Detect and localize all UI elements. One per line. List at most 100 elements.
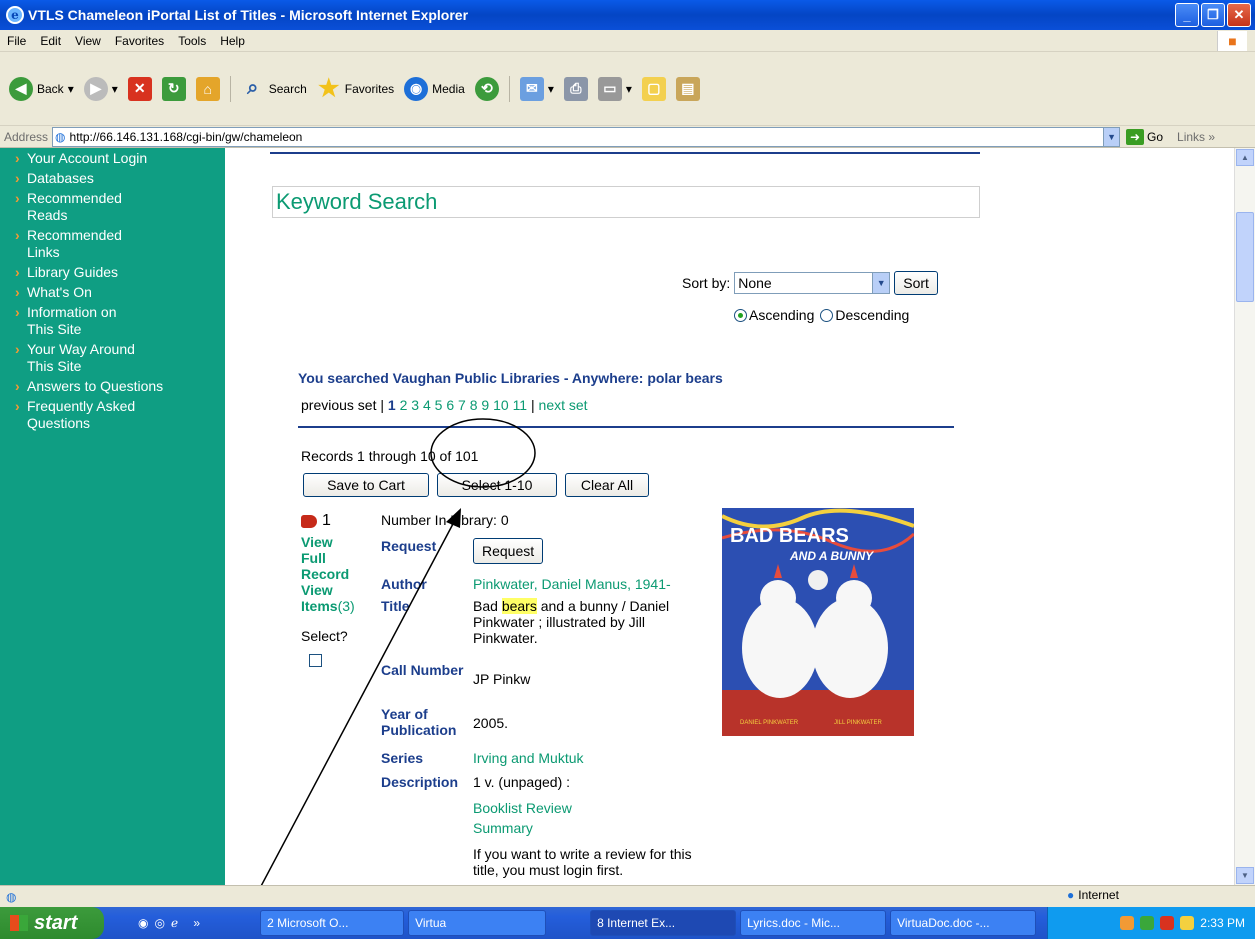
summary-link[interactable]: Summary — [473, 818, 713, 838]
menu-file[interactable]: File — [0, 34, 33, 48]
start-button[interactable]: start — [0, 907, 104, 939]
book-icon — [301, 514, 317, 528]
sidebar-item-recommended-links[interactable]: Recommended Links — [15, 227, 225, 261]
page-link[interactable]: 7 — [458, 397, 466, 413]
quick-launch[interactable]: ◉◎ℯ » — [138, 916, 206, 930]
page-status-icon: ◍ — [6, 889, 17, 904]
stop-button[interactable]: ✕ — [125, 75, 155, 103]
task-virtua[interactable]: Virtua — [408, 910, 547, 936]
close-button[interactable]: ✕ — [1227, 3, 1251, 27]
menu-view[interactable]: View — [68, 34, 108, 48]
descending-radio[interactable] — [820, 308, 834, 322]
page-link[interactable]: 6 — [446, 397, 454, 413]
select-all-button[interactable]: Select 1-10 — [437, 473, 557, 497]
favorites-label: Favorites — [344, 81, 395, 96]
sidebar-item-information[interactable]: Information on This Site — [15, 304, 225, 338]
mail-button[interactable]: ✉ ▾ — [517, 75, 557, 103]
links-button[interactable]: Links » — [1177, 130, 1215, 144]
title-value: Bad bears and a bunny / Daniel Pinkwater… — [473, 598, 670, 646]
history-button[interactable]: ⟲ — [472, 75, 502, 103]
ascending-label: Ascending — [749, 307, 815, 323]
clear-all-button[interactable]: Clear All — [565, 473, 649, 497]
scroll-thumb[interactable] — [1236, 212, 1254, 302]
task-lyrics-doc[interactable]: Lyrics.doc - Mic... — [740, 910, 887, 936]
address-input[interactable]: ◍ http://66.146.131.168/cgi-bin/gw/chame… — [52, 126, 1121, 147]
search-label: Search — [268, 81, 307, 96]
address-dropdown-icon[interactable]: ▼ — [1103, 127, 1120, 146]
next-set-link[interactable]: next set — [539, 397, 588, 413]
page-link[interactable]: 2 — [400, 397, 408, 413]
field-series: Series Irving and Muktuk — [381, 750, 713, 766]
sidebar-item-library-guides[interactable]: Library Guides — [15, 264, 225, 281]
task-virtuadoc[interactable]: VirtuaDoc.doc -... — [890, 910, 1037, 936]
sidebar-item-databases[interactable]: Databases — [15, 170, 225, 187]
favorites-button[interactable]: ★ Favorites — [314, 75, 397, 103]
home-icon: ⌂ — [195, 76, 220, 101]
research-icon: ▤ — [675, 76, 700, 101]
view-full-record-link[interactable]: View Full Record — [301, 534, 361, 582]
page-link[interactable]: 9 — [481, 397, 489, 413]
save-to-cart-button[interactable]: Save to Cart — [303, 473, 429, 497]
page-link[interactable]: 8 — [470, 397, 478, 413]
discuss-button[interactable]: ▢ — [639, 75, 669, 103]
tray-icon[interactable] — [1180, 916, 1195, 930]
media-label: Media — [432, 81, 465, 96]
sort-label: Sort by: — [682, 275, 731, 291]
tray-icon[interactable] — [1120, 916, 1135, 930]
page-link[interactable]: 10 — [493, 397, 509, 413]
task-microsoft-office[interactable]: 2 Microsoft O... — [260, 910, 405, 936]
menu-favorites[interactable]: Favorites — [108, 34, 171, 48]
page-link[interactable]: 5 — [435, 397, 443, 413]
refresh-button[interactable]: ↻ — [159, 75, 189, 103]
previous-set: previous set — [301, 397, 377, 413]
sort-select[interactable]: None ▼ — [734, 272, 891, 294]
sidebar-item-account-login[interactable]: Your Account Login — [15, 150, 225, 167]
view-items-link[interactable]: View Items(3) — [301, 582, 361, 614]
edit-icon: ▭ — [597, 76, 622, 101]
task-internet-explorer[interactable]: 8 Internet Ex... — [590, 910, 737, 936]
forward-button[interactable]: ▶ ▾ — [81, 75, 121, 103]
back-button[interactable]: ◀ Back ▾ — [6, 75, 77, 103]
scroll-up-icon[interactable]: ▲ — [1236, 149, 1254, 166]
maximize-button[interactable]: ❐ — [1201, 3, 1225, 27]
sidebar-item-answers[interactable]: Answers to Questions — [15, 378, 225, 395]
address-bar: Address ◍ http://66.146.131.168/cgi-bin/… — [0, 126, 1255, 148]
sidebar-item-whats-on[interactable]: What's On — [15, 284, 225, 301]
series-link[interactable]: Irving and Muktuk — [473, 750, 713, 766]
favorites-star-icon: ★ — [318, 75, 340, 102]
windows-flag-icon — [10, 915, 28, 931]
book-cover-image: BAD BEARS AND A BUNNY DANIEL PINKWATER J… — [722, 508, 914, 736]
research-button[interactable]: ▤ — [673, 75, 703, 103]
edit-button[interactable]: ▭ ▾ — [595, 75, 635, 103]
vertical-scrollbar[interactable]: ▲ ▼ — [1234, 148, 1255, 885]
menu-help[interactable]: Help — [213, 34, 252, 48]
page-link[interactable]: 11 — [513, 397, 528, 413]
page-link[interactable]: 3 — [411, 397, 419, 413]
content-area: Keyword Search Sort by: None ▼ Sort Asce… — [226, 148, 1234, 885]
tray-icon[interactable] — [1140, 916, 1155, 930]
select-checkbox[interactable] — [309, 654, 322, 667]
standard-toolbar: ◀ Back ▾ ▶ ▾ ✕ ↻ ⌂ ⌕ Search ★ Favorites … — [0, 52, 1255, 126]
menu-tools[interactable]: Tools — [171, 34, 213, 48]
sidebar-item-faq[interactable]: Frequently Asked Questions — [15, 398, 225, 432]
minimize-button[interactable]: _ — [1175, 3, 1199, 27]
scroll-down-icon[interactable]: ▼ — [1236, 867, 1254, 884]
request-button[interactable]: Request — [473, 538, 544, 564]
media-button[interactable]: ◉ Media — [401, 75, 468, 103]
sidebar-item-recommended-reads[interactable]: Recommended Reads — [15, 190, 225, 224]
tray-icon[interactable] — [1160, 916, 1175, 930]
sidebar-item-way-around[interactable]: Your Way Around This Site — [15, 341, 225, 375]
menu-edit[interactable]: Edit — [33, 34, 68, 48]
author-link[interactable]: Pinkwater, Daniel Manus, 1941- — [473, 576, 713, 592]
search-button[interactable]: ⌕ Search — [238, 75, 310, 103]
page-link[interactable]: 4 — [423, 397, 431, 413]
sort-button[interactable]: Sort — [894, 271, 938, 295]
home-button[interactable]: ⌂ — [193, 75, 223, 103]
ie-icon: e — [6, 6, 24, 24]
print-button[interactable]: ⎙ — [561, 75, 591, 103]
ascending-radio[interactable] — [734, 308, 747, 322]
media-icon: ◉ — [404, 76, 429, 101]
go-button[interactable]: ➜ Go — [1126, 128, 1163, 145]
back-arrow-icon: ◀ — [9, 76, 33, 101]
booklist-review-link[interactable]: Booklist Review — [473, 798, 713, 818]
